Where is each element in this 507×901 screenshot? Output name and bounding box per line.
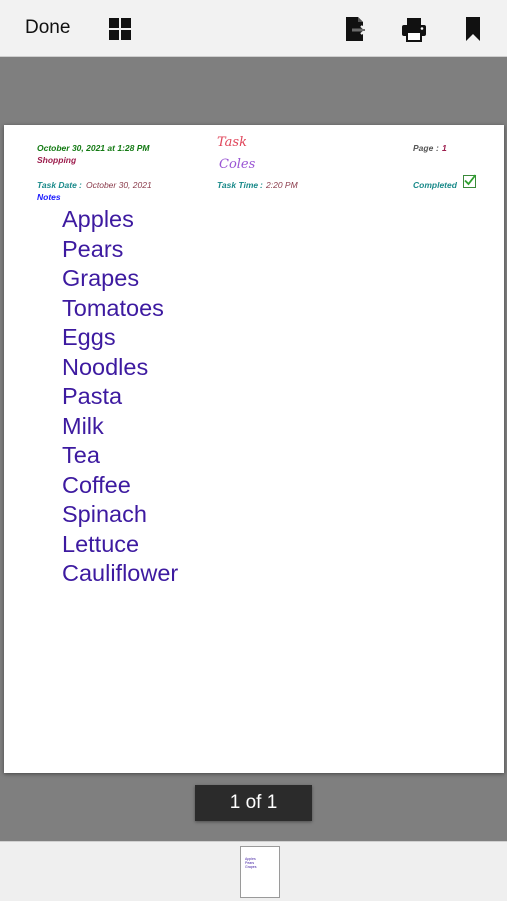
note-item: Coffee — [62, 471, 131, 498]
task-date-separator: : — [79, 180, 82, 190]
coles-script-subtitle: Coles — [219, 157, 256, 172]
thumbnail-grid-icon[interactable] — [105, 14, 135, 44]
task-date-label: Task Date — [37, 180, 77, 190]
export-icon[interactable] — [341, 14, 371, 44]
task-time-label: Task Time — [217, 180, 259, 190]
note-item: Tomatoes — [62, 294, 164, 321]
bookmark-icon[interactable] — [458, 14, 488, 44]
note-item: Tea — [62, 442, 100, 468]
task-time-separator: : — [260, 180, 263, 190]
task-date-value: October 30, 2021 — [86, 180, 152, 190]
thumbnail-line: Grapes — [245, 865, 257, 869]
note-item: Grapes — [62, 265, 140, 291]
page-thumbnail[interactable]: Apples Pears Grapes — [240, 846, 280, 898]
thumbnail-strip: Apples Pears Grapes — [0, 841, 507, 901]
note-item: Spinach — [62, 501, 147, 527]
task-time-value: 2:20 PM — [266, 180, 298, 190]
note-item: Apples — [62, 206, 134, 232]
note-item: Cauliflower — [62, 560, 179, 586]
document-page: October 30, 2021 at 1:28 PM Shopping Tas… — [4, 125, 504, 773]
page-label: Page — [413, 143, 434, 153]
note-item: Pears — [62, 235, 124, 262]
category-label: Shopping — [37, 155, 77, 165]
note-item: Noodles — [62, 353, 149, 380]
page-indicator: 1 of 1 — [195, 785, 312, 821]
top-toolbar: Done — [0, 0, 507, 57]
notes-label: Notes — [37, 192, 61, 202]
done-button[interactable]: Done — [25, 17, 70, 39]
note-item: Lettuce — [62, 530, 140, 557]
page-number: 1 — [442, 143, 447, 153]
note-item: Pasta — [62, 383, 123, 409]
checkmark-icon — [464, 174, 477, 186]
note-item: Eggs — [62, 324, 116, 350]
print-icon[interactable] — [399, 14, 429, 44]
page-separator: : — [436, 143, 439, 153]
note-item: Milk — [62, 412, 104, 439]
print-datetime: October 30, 2021 at 1:28 PM — [37, 143, 150, 153]
completed-label: Completed — [413, 180, 457, 190]
completed-checkbox — [463, 174, 477, 188]
task-script-title: Task — [217, 135, 247, 150]
notes-list: Apples Pears Grapes Tomatoes Eggs Noodle… — [62, 205, 178, 589]
